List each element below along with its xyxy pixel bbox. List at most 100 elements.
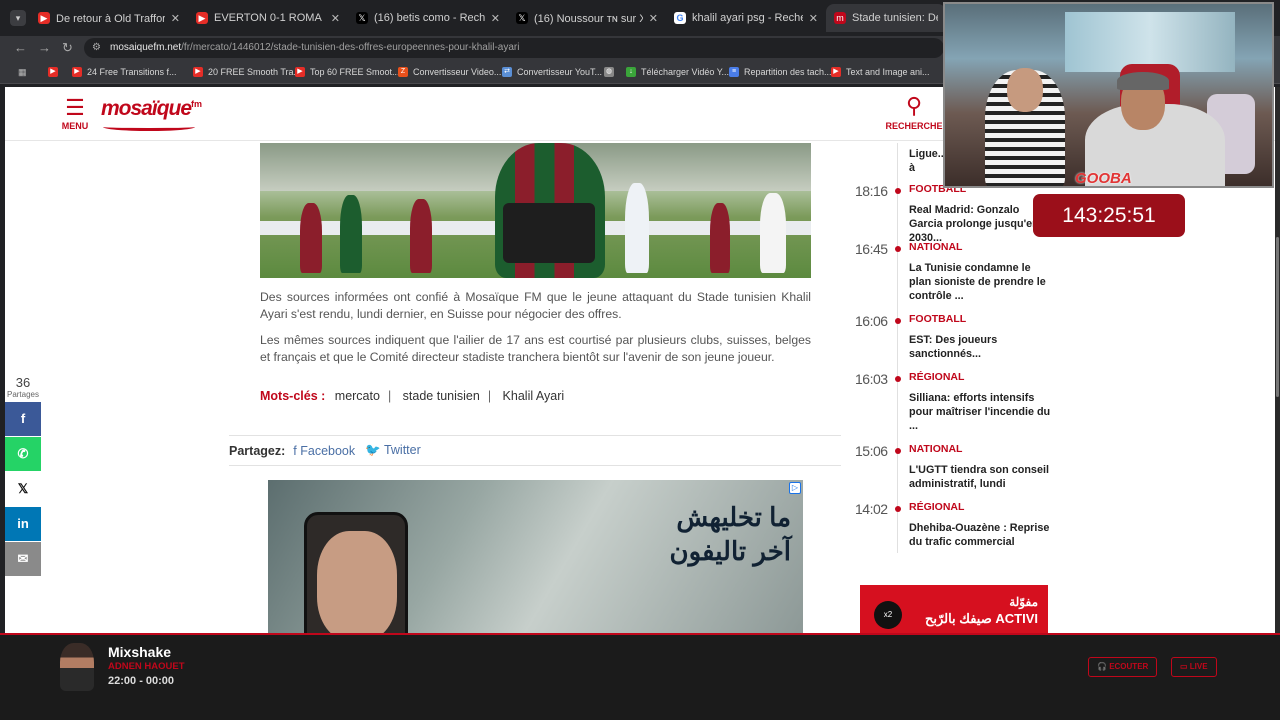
host-avatar [60, 643, 94, 691]
tab-search-dropdown-icon[interactable]: ▾ [10, 10, 26, 26]
youtube-icon: ▶ [38, 12, 50, 24]
keyword-link[interactable]: stade tunisien [403, 389, 480, 403]
youtube-icon: ▶ [193, 67, 203, 77]
feed-time: 15:06 [855, 443, 888, 459]
youtube-icon: ▶ [196, 12, 208, 24]
tv-icon: ▭ [1180, 662, 1190, 671]
url-bar[interactable]: ⚙ mosaiquefm.net/fr/mercato/1446012/stad… [84, 38, 944, 58]
feed-item[interactable]: 16:06 FOOTBALL EST: Des joueurs sanction… [855, 313, 1055, 363]
forward-icon[interactable]: → [38, 40, 51, 55]
menu-button[interactable]: ☰ MENU [59, 95, 91, 132]
divider [229, 435, 841, 436]
x-icon[interactable]: 𝕏 [5, 472, 41, 506]
x-icon: 𝕏 [356, 12, 368, 24]
keywords-label: Mots-clés : [260, 389, 326, 403]
converter-icon: ⇄ [502, 67, 512, 77]
close-icon[interactable]: ✕ [491, 12, 500, 25]
bookmark-item[interactable]: Z Convertisseur Video... [398, 65, 501, 79]
player-figure [625, 183, 649, 273]
close-icon[interactable]: ✕ [171, 12, 180, 25]
player-figure-main [495, 143, 605, 278]
feed-category: NATIONAL [909, 443, 963, 455]
apps-grid-icon[interactable]: ▦ [18, 65, 27, 79]
browser-tab-active[interactable]: m Stade tunisien: Des offres e [826, 4, 946, 32]
keywords: Mots-clés : mercato | stade tunisien | Kha… [260, 389, 565, 403]
browser-tab[interactable]: 𝕏 (16) betis como - Recherche / X ✕ [348, 4, 508, 32]
facebook-share-link[interactable]: f Facebook [293, 444, 355, 458]
feed-category: RÉGIONAL [909, 371, 965, 383]
youtube-icon: ▶ [295, 67, 305, 77]
twitter-share-link[interactable]: 🐦 Twitter [365, 443, 421, 458]
scrollbar-thumb[interactable] [1276, 237, 1279, 397]
feed-time: 16:45 [855, 241, 888, 257]
promo-badge: x2 [874, 601, 902, 629]
keyword-link[interactable]: Khalil Ayari [503, 389, 565, 403]
tab-title: EVERTON 0-1 ROMA | FRIENDL [214, 12, 325, 24]
close-icon[interactable]: ✕ [649, 12, 658, 25]
player-figure [410, 199, 432, 273]
feed-title: L'UGTT tiendra son conseil administratif… [909, 464, 1049, 490]
sidebar-advertisement[interactable]: مفوّلة صيفك بالرّبح ACTIVI x2 [860, 585, 1048, 633]
bookmark-item[interactable]: ↓ Télécharger Vidéo Y... [626, 65, 729, 79]
youtube-icon: ▶ [72, 67, 82, 77]
feed-category: NATIONAL [909, 241, 963, 253]
facebook-icon[interactable]: f [5, 402, 41, 436]
page-scrollbar[interactable] [1275, 87, 1280, 633]
linkedin-icon[interactable]: in [5, 507, 41, 541]
search-icon: ⚲ [905, 93, 923, 118]
back-icon[interactable]: ← [14, 40, 27, 55]
whatsapp-icon[interactable]: ✆ [5, 437, 41, 471]
timeline-dot [895, 188, 901, 194]
feed-time: 14:02 [855, 501, 888, 517]
reload-icon[interactable]: ↻ [62, 40, 73, 56]
browser-tab[interactable]: ▶ De retour à Old Trafford ! 🎟️ | ✕ [30, 4, 188, 32]
article-paragraph: Des sources informées ont confié à Mosaï… [260, 290, 811, 321]
twitter-icon: 🐦 [365, 443, 384, 457]
keyword-link[interactable]: mercato [335, 389, 380, 403]
search-button[interactable]: ⚲ RECHERCHE [885, 93, 943, 132]
bookmark-item[interactable]: ▶ [48, 65, 63, 79]
bookmark-item[interactable]: ▶ Top 60 FREE Smoot... [295, 65, 400, 79]
email-icon[interactable]: ✉ [5, 542, 41, 576]
logo-swoosh [103, 123, 195, 131]
headphones-icon: 🎧 [1097, 662, 1110, 671]
close-icon[interactable]: ✕ [331, 12, 340, 25]
bookmark-item[interactable]: ▶ Text and Image ani... [831, 65, 930, 79]
feed-time: 16:06 [855, 313, 888, 329]
close-icon[interactable]: ✕ [809, 12, 818, 25]
download-icon: ↓ [626, 67, 636, 77]
tab-title: khalil ayari psg - Recherche Go [692, 12, 803, 24]
bookmark-item[interactable]: ▶ 20 FREE Smooth Tra... [193, 65, 301, 79]
browser-tab[interactable]: G khalil ayari psg - Recherche Go ✕ [666, 4, 826, 32]
feed-item[interactable]: 14:02 RÉGIONAL Dhehiba-Ouazène : Reprise… [855, 501, 1055, 551]
feed-item[interactable]: 18:16 FOOTBALL Real Madrid: Gonzalo Garc… [855, 183, 1055, 244]
listen-button[interactable]: 🎧 ECOUTER [1088, 657, 1158, 677]
feed-item[interactable]: 15:06 NATIONAL L'UGTT tiendra son consei… [855, 443, 1055, 493]
feed-category: FOOTBALL [909, 313, 967, 325]
bookmark-item[interactable]: ▶ 24 Free Transitions f... [72, 65, 177, 79]
google-icon: G [674, 12, 686, 24]
feed-category: RÉGIONAL [909, 501, 965, 513]
bookmark-item[interactable]: ⇄ Convertisseur YouT... [502, 65, 602, 79]
timeline-dot [895, 376, 901, 382]
advertisement-banner[interactable]: ما تخليهش آخر تاليفون ▷ [268, 480, 803, 633]
show-hours: 22:00 - 00:00 [108, 675, 175, 687]
divider [229, 465, 841, 466]
browser-tab[interactable]: ▶ EVERTON 0-1 ROMA | FRIENDL ✕ [188, 4, 348, 32]
feed-time: 16:03 [855, 371, 888, 387]
share-count: 36 Partages [6, 375, 40, 399]
timeline-dot [895, 448, 901, 454]
live-button[interactable]: ▭ LIVE [1171, 657, 1217, 677]
site-info-icon[interactable]: ⚙ [92, 38, 101, 58]
feed-title: Silliana: efforts intensifs pour maîtris… [909, 392, 1051, 432]
adchoices-icon[interactable]: ▷ [789, 482, 801, 494]
browser-tab[interactable]: 𝕏 (16) Noussour ᴛɴ sur X : "🔴 Le ✕ [508, 4, 666, 32]
bookmark-item[interactable]: ≡ Repartition des tach... [729, 65, 832, 79]
feed-item[interactable]: 16:03 RÉGIONAL Silliana: efforts intensi… [855, 371, 1055, 437]
site-logo[interactable]: mosaïquefm [101, 97, 202, 121]
feed-item[interactable]: 16:45 NATIONAL La Tunisie condamne le pl… [855, 241, 1055, 307]
bookmark-item[interactable]: ◍ [604, 65, 619, 79]
hamburger-icon: ☰ [65, 95, 85, 120]
tab-title: (16) Noussour ᴛɴ sur X : "🔴 Le [534, 12, 643, 25]
player-figure [760, 193, 786, 273]
